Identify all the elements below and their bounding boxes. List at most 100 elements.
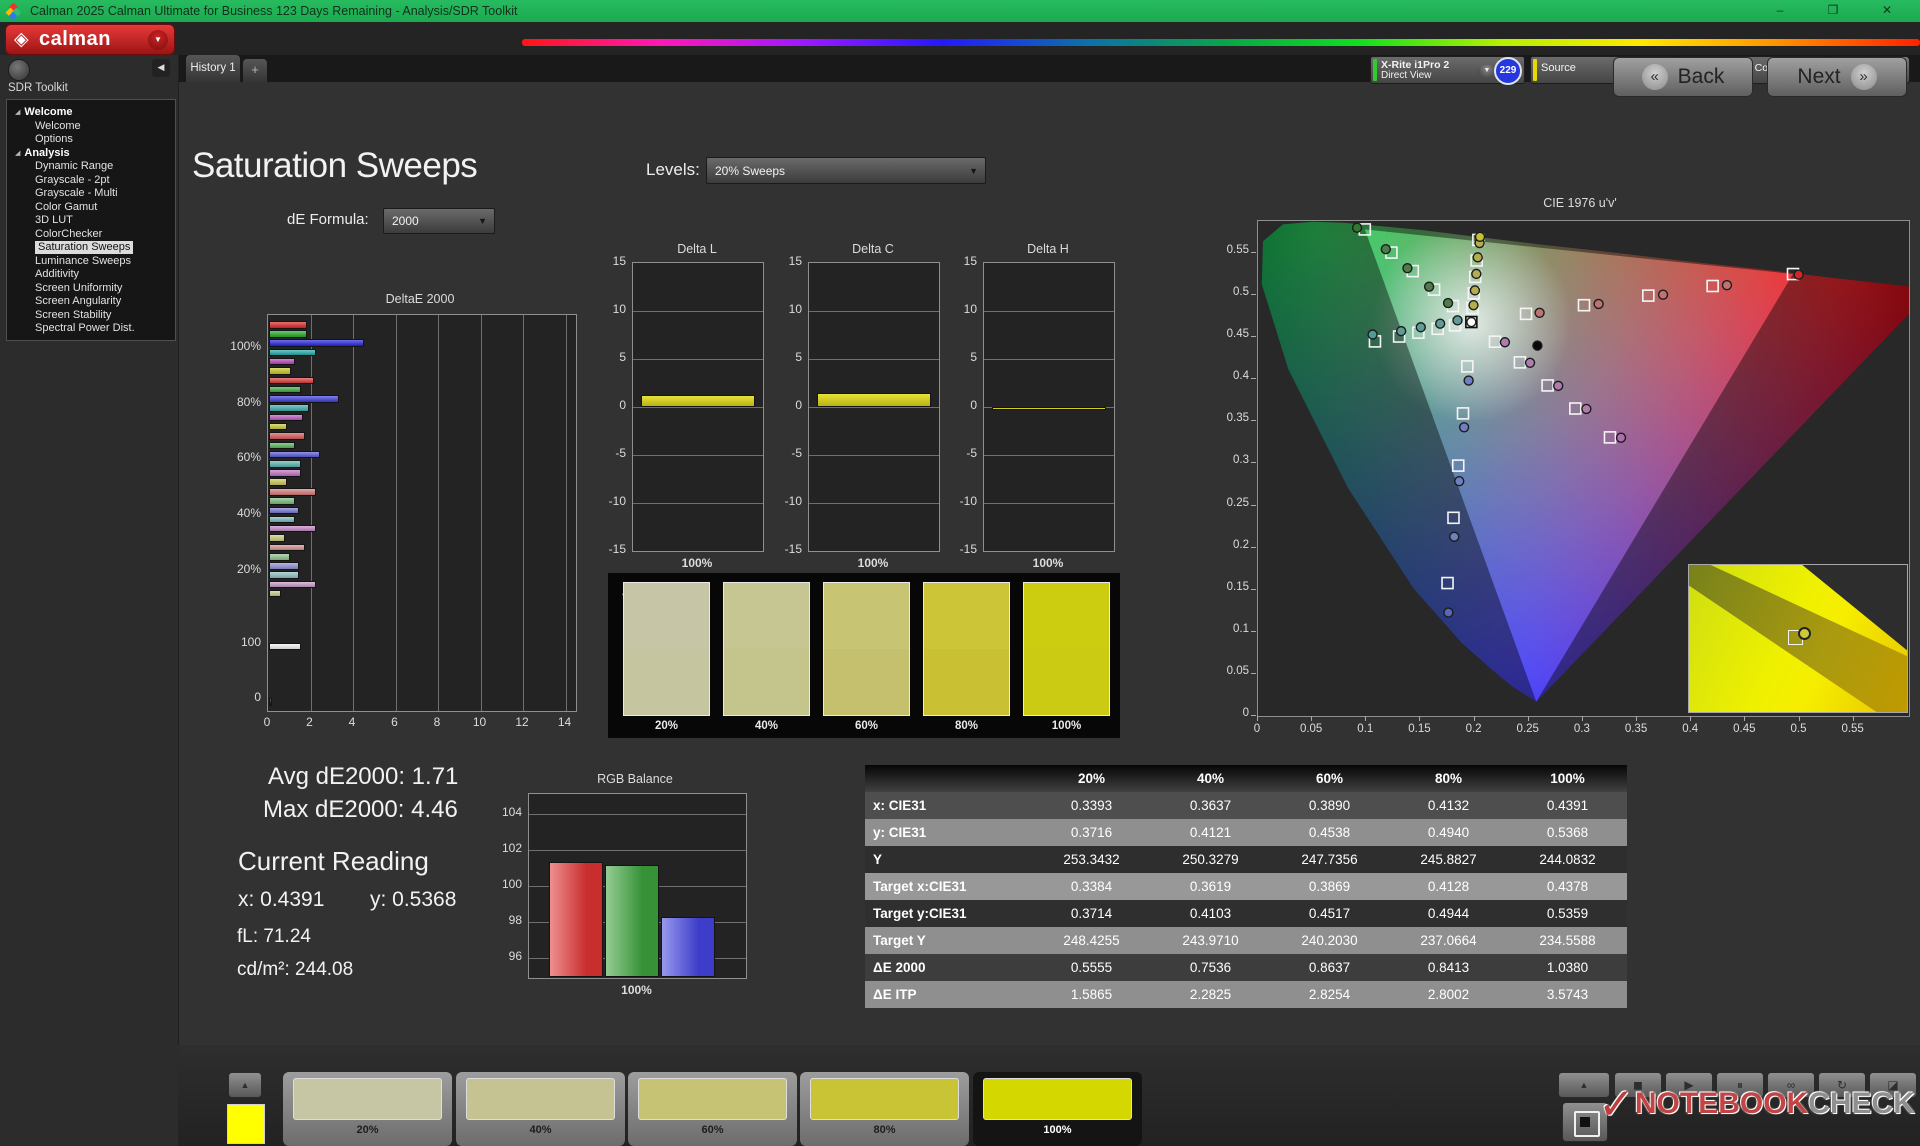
sidebar-item-screen-stability[interactable]: Screen Stability [35, 309, 111, 322]
app-logo-icon [5, 2, 22, 21]
deltae-bar [269, 404, 310, 412]
deltae-bar [269, 534, 285, 542]
record-indicator-icon[interactable] [8, 59, 30, 81]
cie-zoom-inset [1688, 564, 1908, 713]
tab-history-1[interactable]: History 1 [186, 55, 240, 82]
deltae-bar [269, 571, 299, 579]
deltae-bar [269, 432, 306, 440]
transport-button-5[interactable]: ◪ [1869, 1072, 1917, 1098]
reading-fl: fL: 71.24 [237, 926, 311, 947]
sidebar-item-grayscale-multi[interactable]: Grayscale - Multi [35, 187, 118, 200]
workflow-tree: ◢ Welcome Welcome Options ◢ Analysis Dynamic R… [6, 99, 176, 341]
current-reading-title: Current Reading [238, 846, 429, 876]
expander-icon[interactable]: ◢ [15, 109, 20, 116]
eject-swatch-tray-button[interactable]: ▲ [228, 1072, 262, 1098]
deltae-bar [269, 580, 316, 589]
deltae-bar [269, 589, 281, 598]
swatch-40% [723, 582, 810, 716]
deltae-bar [269, 367, 292, 375]
deltae-bar [269, 441, 295, 450]
transport-button-2[interactable]: ⏸ [1716, 1072, 1764, 1098]
sidebar-item-screen-angularity[interactable]: Screen Angularity [35, 295, 121, 308]
rgb-balance-title: RGB Balance [597, 772, 673, 786]
de-formula-value: 2000 [392, 214, 419, 228]
eject-nav-tray-button[interactable]: ▲ [1558, 1072, 1610, 1098]
delta-l-plot [632, 262, 764, 552]
calman-menu-button[interactable]: calman ▼ [5, 24, 175, 55]
table-row: Target x:CIE31 0.3384 0.3619 0.3869 0.4128 0.… [865, 873, 1627, 900]
cie-chart-plot [1257, 220, 1910, 717]
collapse-sidebar-button[interactable]: ◀ [152, 59, 170, 77]
delta-chart-title: Delta H [1027, 242, 1069, 256]
source-status-bar [1533, 59, 1537, 81]
table-header: 20% [1032, 765, 1151, 792]
swatch-100% [1023, 582, 1110, 716]
table-header [865, 765, 1032, 792]
sidebar-item-spectral-power-dist-[interactable]: Spectral Power Dist. [35, 322, 135, 335]
saturation-tile-60%[interactable]: 60% [628, 1072, 797, 1146]
inset-measured-circle [1798, 627, 1811, 640]
minimize-button[interactable]: – [1765, 0, 1795, 22]
de-formula-label: dE Formula: [287, 211, 369, 228]
sidebar: ◀ SDR Toolkit ◢ Welcome Welcome Options ◢ Ana… [0, 55, 179, 1146]
sidebar-item-dynamic-range[interactable]: Dynamic Range [35, 160, 113, 173]
levels-dropdown[interactable]: 20% Sweeps ▼ [706, 157, 986, 184]
sidebar-header: SDR Toolkit [8, 82, 68, 94]
expander-icon[interactable]: ◢ [15, 150, 20, 157]
sidebar-item-3d-lut[interactable]: 3D LUT [35, 214, 73, 227]
table-row: ΔE 2000 0.5555 0.7536 0.8637 0.8413 1.0380 [865, 954, 1627, 981]
calman-logo-text: calman [39, 28, 111, 50]
sidebar-item-color-gamut[interactable]: Color Gamut [35, 201, 97, 214]
meter-count-badge: 229 [1494, 57, 1522, 85]
title-bar: Calman 2025 Calman Ultimate for Business… [0, 0, 1920, 22]
sidebar-item-luminance-sweeps[interactable]: Luminance Sweeps [35, 255, 131, 268]
sidebar-item-screen-uniformity[interactable]: Screen Uniformity [35, 282, 122, 295]
meter-mode: Direct View [1381, 70, 1432, 81]
transport-button-0[interactable]: ◼ [1614, 1072, 1662, 1098]
delta-h-plot [983, 262, 1115, 552]
sidebar-item-analysis[interactable]: ◢ Analysis [15, 147, 70, 160]
close-button[interactable]: ✕ [1872, 0, 1902, 22]
meter-status-bar [1373, 59, 1377, 81]
saturation-tile-20%[interactable]: 20% [283, 1072, 452, 1146]
sidebar-item-options[interactable]: Options [35, 133, 73, 146]
deltae-bar [269, 524, 316, 533]
swatch-80% [923, 582, 1010, 716]
restore-button[interactable]: ❐ [1818, 0, 1848, 22]
back-button[interactable]: « Back [1613, 57, 1753, 97]
table-row: Y 253.3432 250.3279 247.7356 245.8827 244.083… [865, 846, 1627, 873]
transport-button-3[interactable]: ∞ [1767, 1072, 1815, 1098]
delta-chart-title: Delta C [852, 242, 894, 256]
table-row: ΔE ITP 1.5865 2.2825 2.8254 2.8002 3.5743 [865, 981, 1627, 1008]
chevron-down-icon[interactable]: ▼ [148, 29, 168, 50]
deltae-bar [269, 321, 308, 329]
cie-chart-title: CIE 1976 u'v' [1543, 196, 1617, 210]
deltae-bar [269, 330, 308, 338]
saturation-tile-100%[interactable]: 100% [973, 1072, 1142, 1146]
rgb-bar-G [605, 865, 659, 977]
sidebar-item-colorchecker[interactable]: ColorChecker [35, 228, 102, 241]
deltae-bar [269, 478, 288, 486]
deltae-bar [269, 515, 295, 524]
deltae-bar [269, 460, 301, 468]
de-formula-dropdown[interactable]: 2000 ▼ [383, 208, 495, 234]
deltae-bar [269, 506, 299, 514]
sidebar-item-grayscale-2pt[interactable]: Grayscale - 2pt [35, 174, 110, 187]
stop-pattern-button[interactable] [1562, 1102, 1608, 1142]
saturation-tile-40%[interactable]: 40% [456, 1072, 625, 1146]
transport-button-4[interactable]: ↻ [1818, 1072, 1866, 1098]
sidebar-item-additivity[interactable]: Additivity [35, 268, 79, 281]
table-row: x: CIE31 0.3393 0.3637 0.3890 0.4132 0.4391 [865, 792, 1627, 819]
transport-button-1[interactable]: ▶ [1665, 1072, 1713, 1098]
add-tab-button[interactable]: + [243, 59, 267, 82]
table-header: 80% [1389, 765, 1508, 792]
saturation-tile-80%[interactable]: 80% [800, 1072, 969, 1146]
swatch-60% [823, 582, 910, 716]
sidebar-item-welcome[interactable]: ◢ Welcome [15, 106, 72, 119]
rainbow-strip [522, 39, 1920, 46]
levels-value: 20% Sweeps [715, 163, 786, 178]
deltae-chart-plot [267, 314, 577, 712]
sidebar-item-saturation-sweeps[interactable]: Saturation Sweeps [35, 241, 134, 254]
sidebar-item-welcome[interactable]: Welcome [35, 120, 81, 133]
next-button[interactable]: Next » [1767, 57, 1907, 97]
